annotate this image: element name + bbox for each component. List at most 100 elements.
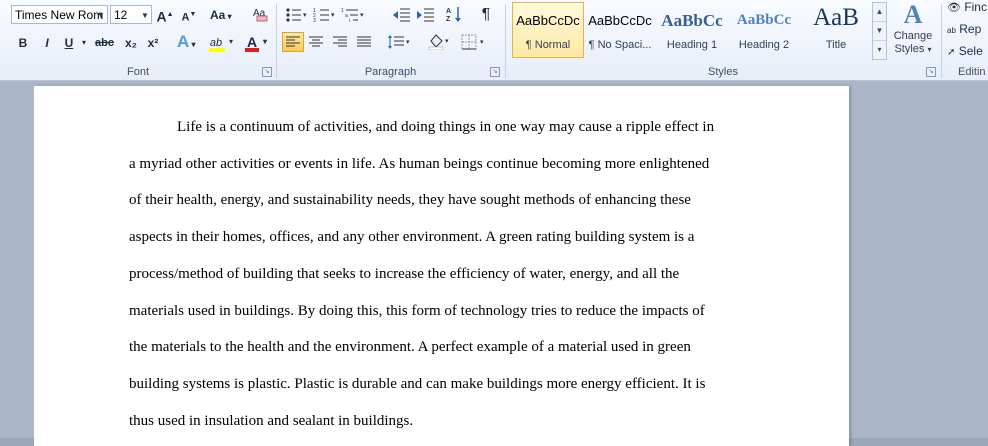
align-left-button[interactable] [282, 32, 304, 52]
paragraph-dialog-launcher[interactable]: ↘ [490, 67, 500, 77]
change-styles-button[interactable]: A Change Styles ▾ [890, 0, 936, 62]
select-label: Sele [958, 44, 983, 58]
grow-font-button[interactable]: A▲ [156, 5, 174, 25]
decrease-indent-button[interactable] [393, 5, 411, 25]
underline-button[interactable]: U [60, 33, 78, 53]
justify-icon [357, 36, 371, 47]
document-line: building systems is plastic. Plastic is … [129, 376, 706, 392]
svg-text:▾: ▾ [445, 38, 449, 45]
editing-group-label: Editin [958, 66, 986, 78]
show-formatting-button[interactable]: ¶ [477, 5, 495, 25]
borders-button[interactable]: ▾ [461, 32, 487, 52]
find-button[interactable]: 👁 Finc [947, 0, 987, 17]
sort-button[interactable]: AZ [445, 5, 463, 25]
styles-gallery-scrollbar[interactable]: ▲ ▼ ▾ [872, 2, 887, 60]
replace-icon: ab [947, 26, 956, 35]
font-size-value: 12 [114, 8, 128, 22]
font-group-label: Font [126, 66, 149, 78]
font-dialog-launcher[interactable]: ↘ [262, 67, 272, 77]
svg-text:1: 1 [341, 8, 344, 14]
justify-button[interactable] [355, 32, 373, 52]
style-name: Title [825, 39, 847, 51]
multilevel-list-icon: 1ai ▾ [341, 8, 364, 24]
style-name: Heading 2 [738, 39, 790, 51]
shading-button[interactable]: ▾ [427, 32, 451, 52]
svg-text:Z: Z [446, 16, 451, 23]
style-no-spacing[interactable]: AaBbCcDc ¶ No Spaci... [584, 2, 656, 58]
increase-indent-button[interactable] [417, 5, 435, 25]
style-sample: AaB [813, 4, 859, 31]
style-heading-2[interactable]: AaBbCc Heading 2 [728, 2, 800, 58]
styles-group: AaBbCcDc ¶ Normal AaBbCcDc ¶ No Spaci...… [506, 0, 940, 80]
subscript-button[interactable]: x₂ [122, 33, 140, 53]
highlight-color-bar [209, 48, 225, 52]
svg-text:▾: ▾ [360, 12, 364, 19]
bold-button[interactable]: B [14, 33, 32, 53]
svg-text:a: a [345, 13, 348, 19]
svg-text:i: i [349, 18, 350, 23]
clear-formatting-icon: Aa [253, 8, 268, 22]
replace-button[interactable]: ab Rep [947, 19, 981, 39]
superscript-button[interactable]: x² [144, 33, 162, 53]
gallery-scroll-up[interactable]: ▲ [873, 3, 886, 22]
chevron-down-icon[interactable]: ▼ [139, 6, 151, 23]
clear-formatting-button[interactable]: Aa [251, 4, 269, 24]
style-heading-1[interactable]: AaBbCc Heading 1 [656, 2, 728, 58]
select-button[interactable]: ➚ Sele [947, 41, 983, 61]
document-line: process/method of building that seeks to… [129, 266, 680, 282]
italic-button[interactable]: I [38, 33, 56, 53]
document-page[interactable]: Life is a continuum of activities, and d… [34, 86, 849, 446]
line-spacing-button[interactable]: ▾ [387, 32, 411, 52]
increase-indent-icon [417, 8, 434, 22]
text-effects-label: A [177, 32, 190, 51]
document-line: thus used in insulation and sealant in b… [129, 413, 414, 429]
bullets-button[interactable]: ▾ [285, 5, 307, 25]
align-center-button[interactable] [307, 32, 325, 52]
bullets-icon: ▾ [286, 8, 307, 22]
document-line: Life is a continuum of activities, and d… [177, 119, 715, 135]
svg-text:▾: ▾ [406, 39, 410, 46]
style-sample: AaBbCcDc [588, 13, 652, 28]
underline-dropdown[interactable]: ▾ [80, 33, 88, 53]
align-left-icon [286, 36, 300, 47]
shrink-font-label: A [181, 11, 190, 24]
font-size-combobox[interactable]: 12 ▼ [110, 5, 152, 24]
gallery-more[interactable]: ▾ [873, 41, 886, 59]
svg-text:A: A [446, 8, 451, 15]
gallery-scroll-down[interactable]: ▼ [873, 22, 886, 41]
paint-bucket-icon: ▾ [428, 34, 449, 51]
highlight-button[interactable]: ab ▾ [207, 32, 233, 52]
multilevel-list-button[interactable]: 1 a i ▾ [341, 5, 365, 25]
font-color-button[interactable]: A ▾ [243, 32, 267, 52]
shrink-font-button[interactable]: A▼ [180, 5, 198, 25]
font-name-combobox[interactable]: Times New Rom ▼ [11, 5, 108, 24]
chevron-down-icon[interactable]: ▼ [95, 6, 107, 23]
style-title[interactable]: AaB Title [800, 2, 872, 58]
change-case-button[interactable]: Aa ▾ [210, 5, 232, 25]
numbering-button[interactable]: 1 2 3 ▾ [313, 5, 335, 25]
cursor-icon: ➚ [947, 47, 956, 58]
text-effects-button[interactable]: A ▾ [177, 32, 196, 52]
align-center-icon [309, 36, 323, 47]
style-sample: AaBbCc [661, 11, 723, 30]
sort-icon: AZ [446, 7, 461, 23]
document-line: of their health, energy, and sustainabil… [129, 192, 691, 208]
binoculars-icon: 👁 [947, 2, 961, 14]
svg-text:▾: ▾ [331, 12, 335, 19]
change-case-label: Aa [210, 8, 226, 22]
ribbon: Times New Rom ▼ 12 ▼ A▲ A▼ Aa ▾ Aa B I U… [0, 0, 988, 81]
strikethrough-button[interactable]: abc [95, 33, 114, 53]
style-name: ¶ Normal [525, 39, 571, 51]
style-normal[interactable]: AaBbCcDc ¶ Normal [512, 2, 584, 58]
align-right-button[interactable] [331, 32, 349, 52]
borders-icon: ▾ [461, 34, 484, 50]
styles-group-label: Styles [708, 66, 738, 78]
font-color-bar [245, 48, 259, 52]
styles-dialog-launcher[interactable]: ↘ [926, 67, 936, 77]
document-line: aspects in their homes, offices, and any… [129, 229, 695, 245]
document-line: the materials to the health and the envi… [129, 339, 691, 355]
style-name: ¶ No Spaci... [588, 39, 652, 51]
line-spacing-icon: ▾ [388, 35, 410, 49]
find-label: Finc [964, 0, 987, 14]
document-area: Life is a continuum of activities, and d… [0, 81, 988, 446]
